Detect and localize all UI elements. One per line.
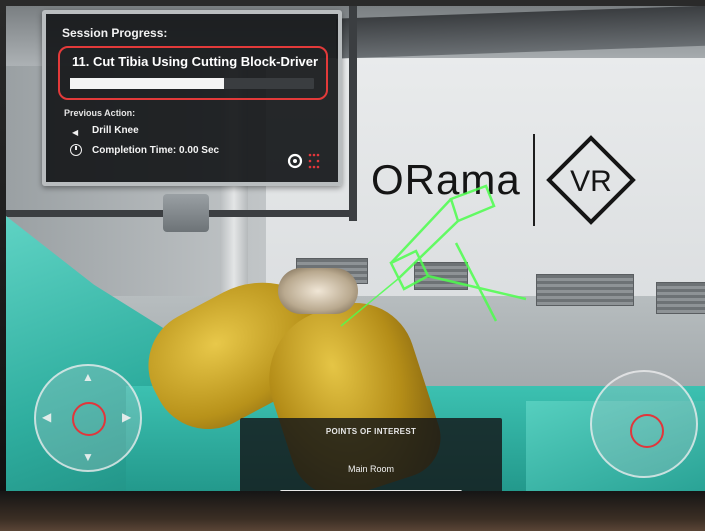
- vr-viewport[interactable]: ORama VR Session Progress: 11. Cut Tibia…: [6, 6, 705, 491]
- session-progress-panel: Session Progress: 11. Cut Tibia Using Cu…: [42, 10, 342, 186]
- vr-diamond-icon: VR: [545, 134, 637, 226]
- movement-joystick[interactable]: ▲ ▼ ◀ ▶: [34, 364, 142, 472]
- points-of-interest-panel: POINTS OF INTEREST Main Room: [240, 418, 502, 491]
- current-step-card: 11. Cut Tibia Using Cutting Block-Driver: [58, 46, 328, 100]
- points-of-interest-icon[interactable]: [286, 152, 322, 170]
- clock-icon: [70, 144, 82, 156]
- previous-action-label: Previous Action:: [64, 108, 136, 118]
- poi-title: POINTS OF INTEREST: [325, 427, 417, 436]
- completion-time: Completion Time: 0.00 Sec: [92, 145, 220, 156]
- wall-vent: [536, 274, 634, 306]
- arrow-left-icon[interactable]: ◀: [42, 410, 51, 424]
- panel-title: Session Progress:: [62, 26, 168, 40]
- tool-guide-hologram[interactable]: [336, 181, 546, 331]
- tablet-bezel: [0, 491, 705, 531]
- poi-item-main-room[interactable]: Main Room: [240, 464, 502, 474]
- tablet-device: ORama VR Session Progress: 11. Cut Tibia…: [0, 0, 705, 531]
- play-left-icon: ◀: [72, 128, 79, 137]
- previous-action-text: Drill Knee: [92, 125, 139, 136]
- joystick-thumb[interactable]: [72, 402, 106, 436]
- wall-vent: [656, 282, 705, 314]
- current-step-text: 11. Cut Tibia Using Cutting Block-Driver: [72, 54, 319, 69]
- arrow-up-icon[interactable]: ▲: [82, 370, 94, 384]
- surgical-lamp: [163, 194, 209, 232]
- step-progress-fill: [70, 78, 224, 89]
- look-joystick[interactable]: [590, 370, 698, 478]
- joystick-thumb[interactable]: [630, 414, 664, 448]
- arrow-down-icon[interactable]: ▼: [82, 450, 94, 464]
- logo-mark: VR: [570, 165, 612, 198]
- step-progress-bar: [70, 78, 314, 89]
- arrow-right-icon[interactable]: ▶: [122, 410, 131, 424]
